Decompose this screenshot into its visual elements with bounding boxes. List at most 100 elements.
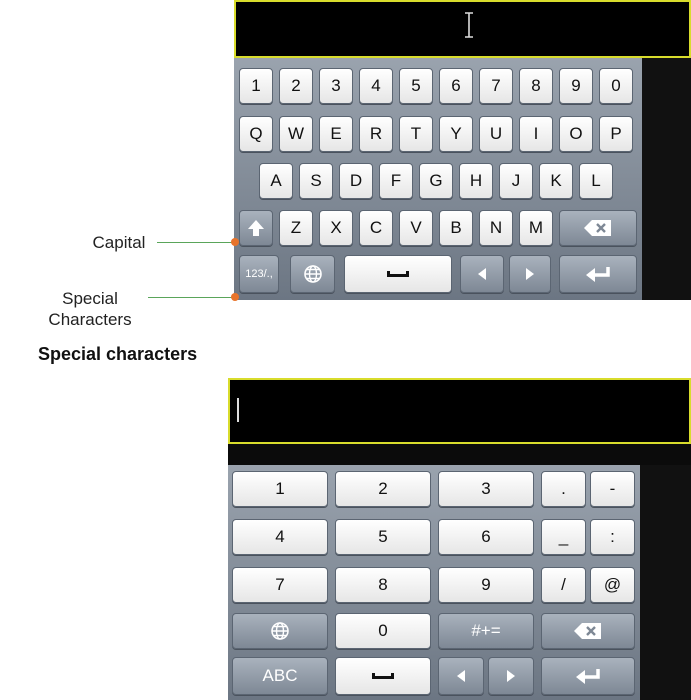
key-j[interactable]: J bbox=[499, 163, 533, 199]
key-1[interactable]: 1 bbox=[239, 68, 273, 104]
special-callout-line2: Characters bbox=[48, 310, 132, 329]
key-b[interactable]: B bbox=[439, 210, 473, 246]
key-o[interactable]: O bbox=[559, 116, 593, 152]
text-cursor-icon bbox=[464, 12, 474, 38]
key-3[interactable]: 3 bbox=[319, 68, 353, 104]
key-u[interactable]: U bbox=[479, 116, 513, 152]
cursor-right-key[interactable] bbox=[509, 255, 551, 293]
key-0[interactable]: 0 bbox=[599, 68, 633, 104]
key-y[interactable]: Y bbox=[439, 116, 473, 152]
key-label: 3 bbox=[331, 76, 341, 95]
key-x[interactable]: X bbox=[319, 210, 353, 246]
key-label: G bbox=[429, 171, 443, 190]
backspace-key[interactable] bbox=[559, 210, 637, 246]
capital-callout-line bbox=[157, 242, 237, 243]
key-q[interactable]: Q bbox=[239, 116, 273, 152]
key-7[interactable]: 7 bbox=[479, 68, 513, 104]
section-heading: Special characters bbox=[38, 344, 198, 364]
key-k[interactable]: K bbox=[539, 163, 573, 199]
key-label: 8 bbox=[531, 76, 541, 95]
key-row3-0[interactable]: 7 bbox=[232, 567, 328, 603]
key-label: Y bbox=[450, 124, 462, 143]
space-key[interactable] bbox=[344, 255, 452, 293]
key-label: N bbox=[489, 218, 503, 237]
enter-icon bbox=[584, 265, 612, 283]
key-h[interactable]: H bbox=[459, 163, 493, 199]
key-row1-0[interactable]: 1 bbox=[232, 471, 328, 507]
key-m[interactable]: M bbox=[519, 210, 553, 246]
key-w[interactable]: W bbox=[279, 116, 313, 152]
key-row2-1[interactable]: 5 bbox=[335, 519, 431, 555]
key-6[interactable]: 6 bbox=[439, 68, 473, 104]
key-label: I bbox=[533, 124, 539, 143]
key-label: 4 bbox=[275, 527, 285, 546]
key-0[interactable]: 0 bbox=[335, 613, 431, 649]
cursor-left-key[interactable] bbox=[460, 255, 504, 293]
abc-mode-label: ABC bbox=[262, 666, 298, 685]
cursor-right-key[interactable] bbox=[488, 657, 534, 695]
key-2[interactable]: 2 bbox=[279, 68, 313, 104]
key-i[interactable]: I bbox=[519, 116, 553, 152]
key-label: / bbox=[561, 575, 566, 594]
key-row1-1[interactable]: 2 bbox=[335, 471, 431, 507]
key-r[interactable]: R bbox=[359, 116, 393, 152]
key-v[interactable]: V bbox=[399, 210, 433, 246]
key-n[interactable]: N bbox=[479, 210, 513, 246]
key-label: U bbox=[489, 124, 503, 143]
key-row1-3[interactable]: . bbox=[541, 471, 586, 507]
key-row1-2[interactable]: 3 bbox=[438, 471, 534, 507]
shift-key[interactable] bbox=[239, 210, 273, 246]
key-a[interactable]: A bbox=[259, 163, 293, 199]
key-label: 3 bbox=[481, 479, 491, 498]
key-g[interactable]: G bbox=[419, 163, 453, 199]
key-row3-3[interactable]: / bbox=[541, 567, 586, 603]
key-row3-4[interactable]: @ bbox=[590, 567, 635, 603]
key-label: V bbox=[410, 218, 422, 237]
key-row3-1[interactable]: 8 bbox=[335, 567, 431, 603]
key-row2-2[interactable]: 6 bbox=[438, 519, 534, 555]
language-key[interactable] bbox=[290, 255, 335, 293]
backspace-key[interactable] bbox=[541, 613, 635, 649]
enter-key[interactable] bbox=[559, 255, 637, 293]
key-label: W bbox=[287, 124, 305, 143]
key-row3-2[interactable]: 9 bbox=[438, 567, 534, 603]
enter-key[interactable] bbox=[541, 657, 635, 695]
key-label: 0 bbox=[611, 76, 621, 95]
numeric-text-input[interactable] bbox=[228, 378, 691, 444]
key-label: 6 bbox=[481, 527, 491, 546]
key-t[interactable]: T bbox=[399, 116, 433, 152]
key-d[interactable]: D bbox=[339, 163, 373, 199]
key-l[interactable]: L bbox=[579, 163, 613, 199]
key-label: A bbox=[270, 171, 282, 190]
cursor-left-key[interactable] bbox=[438, 657, 484, 695]
space-key[interactable] bbox=[335, 657, 431, 695]
key-row2-4[interactable]: : bbox=[590, 519, 635, 555]
key-label: 1 bbox=[251, 76, 261, 95]
key-row2-3[interactable]: _ bbox=[541, 519, 586, 555]
key-8[interactable]: 8 bbox=[519, 68, 553, 104]
arrow-left-icon bbox=[455, 669, 467, 683]
key-e[interactable]: E bbox=[319, 116, 353, 152]
alpha-text-input[interactable] bbox=[234, 0, 691, 58]
numeric-mode-key[interactable]: 123/., bbox=[239, 255, 279, 293]
language-key[interactable] bbox=[232, 613, 328, 649]
key-5[interactable]: 5 bbox=[399, 68, 433, 104]
capital-callout-dot bbox=[231, 238, 239, 246]
abc-mode-key[interactable]: ABC bbox=[232, 657, 328, 695]
key-label: J bbox=[511, 171, 521, 190]
key-9[interactable]: 9 bbox=[559, 68, 593, 104]
key-label: 2 bbox=[378, 479, 388, 498]
key-s[interactable]: S bbox=[299, 163, 333, 199]
space-icon bbox=[372, 673, 394, 679]
key-label: _ bbox=[558, 527, 569, 546]
key-f[interactable]: F bbox=[379, 163, 413, 199]
key-row1-4[interactable]: - bbox=[590, 471, 635, 507]
key-4[interactable]: 4 bbox=[359, 68, 393, 104]
symbols-mode-key[interactable]: #+= bbox=[438, 613, 534, 649]
key-z[interactable]: Z bbox=[279, 210, 313, 246]
numeric-mode-label: 123/., bbox=[245, 268, 273, 280]
key-p[interactable]: P bbox=[599, 116, 633, 152]
key-label: B bbox=[450, 218, 462, 237]
key-c[interactable]: C bbox=[359, 210, 393, 246]
key-row2-0[interactable]: 4 bbox=[232, 519, 328, 555]
